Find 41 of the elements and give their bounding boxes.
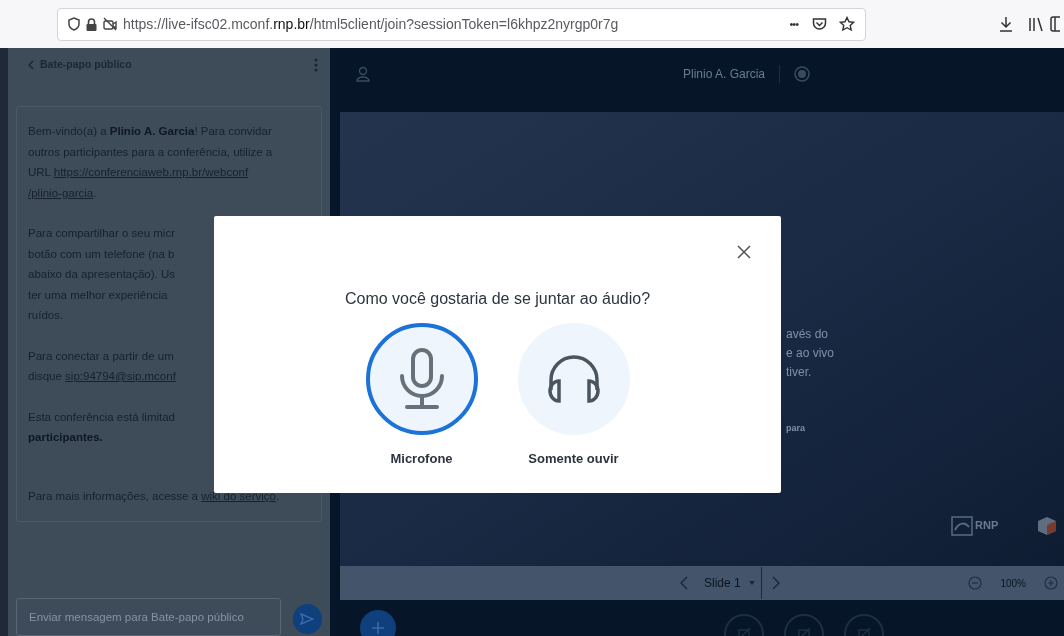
- slide-text: avés do: [786, 326, 830, 343]
- close-button[interactable]: [735, 243, 753, 261]
- shield-icon: [68, 17, 80, 31]
- send-icon: [300, 613, 315, 625]
- zoom-level: 100%: [1000, 576, 1026, 591]
- record-icon[interactable]: [794, 66, 811, 82]
- page-actions-button[interactable]: •••: [789, 15, 798, 33]
- more-options-icon[interactable]: [314, 58, 318, 72]
- download-icon[interactable]: [998, 16, 1014, 32]
- slide-text: tiver.: [786, 364, 813, 381]
- camera-blocked-icon: [103, 17, 117, 31]
- chat-message-field[interactable]: Enviar mensagem para Bate-papo público: [16, 598, 281, 636]
- dialog-title: Como você gostaria de se juntar ao áudio?: [344, 289, 651, 309]
- star-icon[interactable]: [839, 16, 855, 32]
- user-icon[interactable]: [356, 66, 370, 82]
- option-label: Microfone: [390, 450, 453, 468]
- chat-message-line: participantes.: [28, 430, 103, 445]
- close-icon: [737, 245, 751, 259]
- slide-text: para: [786, 422, 805, 435]
- slide-select[interactable]: Slide 1: [704, 567, 762, 599]
- cube-logo-icon: [1036, 515, 1059, 536]
- send-button[interactable]: [292, 604, 322, 634]
- plus-icon: [371, 621, 385, 635]
- sidebar-icon[interactable]: [1050, 16, 1060, 32]
- meeting-title: Plinio A. Garcia: [683, 66, 766, 83]
- microphone-icon: [398, 348, 445, 410]
- option-label: Somente ouvir: [528, 450, 619, 468]
- caret-icon: [748, 581, 755, 585]
- zoom-out-icon[interactable]: [968, 576, 983, 590]
- add-button[interactable]: [360, 610, 396, 636]
- lock-icon: [86, 17, 97, 31]
- library-icon[interactable]: [1028, 16, 1044, 32]
- rnp-logo-text: RNP: [975, 518, 999, 534]
- slide-text: e ao vivo: [786, 345, 836, 362]
- chevron-right-icon[interactable]: [771, 576, 780, 590]
- chevron-left-icon: [28, 60, 34, 70]
- chevron-left-icon[interactable]: [680, 576, 688, 590]
- pocket-icon[interactable]: [812, 17, 827, 31]
- address-bar[interactable]: https://live-ifsc02.mconf.rnp.br/html5client/join?sessionToken=l6khpz2nyrgp0r7g •••: [57, 7, 866, 41]
- url-text: https://live-ifsc02.mconf.rnp.br/html5client/join?sessionToken=l6khpz2nyrgp0r7g: [123, 14, 619, 34]
- zoom-in-icon[interactable]: [1044, 576, 1058, 590]
